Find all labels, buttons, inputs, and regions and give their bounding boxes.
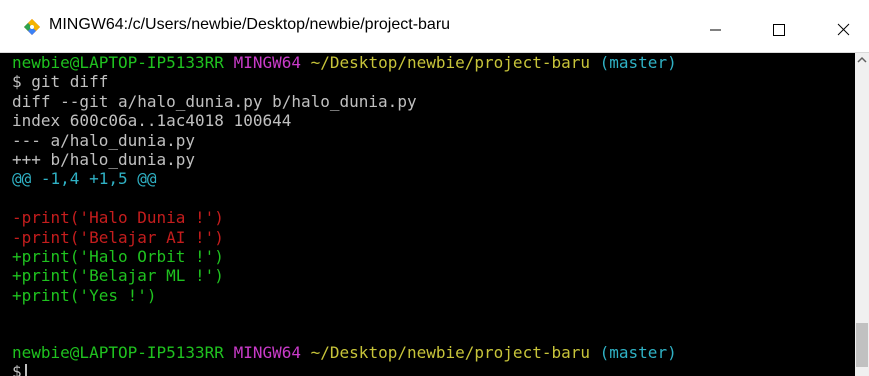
prompt-line: newbie@LAPTOP-IP5133RR MINGW64 ~/Desktop… <box>12 343 677 363</box>
diff-added-line: +print('Halo Orbit !') <box>12 247 224 266</box>
diff-added-line: +print('Belajar ML !') <box>12 266 224 285</box>
prompt-env: MINGW64 <box>233 343 301 362</box>
diff-added-line: +print('Yes !') <box>12 286 157 305</box>
title-bar[interactable]: MINGW64:/c/Users/newbie/Desktop/newbie/p… <box>0 0 869 53</box>
prompt-branch: (master) <box>599 343 677 362</box>
prompt-path: ~/Desktop/newbie/project-baru <box>310 53 590 72</box>
minimize-button[interactable] <box>692 0 738 52</box>
close-icon <box>837 23 850 36</box>
prompt-env: MINGW64 <box>233 53 301 72</box>
diff-header-line: --- a/halo_dunia.py <box>12 131 196 150</box>
prompt-branch: (master) <box>599 53 677 72</box>
diff-header-line: index 600c06a..1ac4018 100644 <box>12 111 292 130</box>
maximize-button[interactable] <box>756 0 802 52</box>
chevron-up-icon <box>857 56 867 63</box>
command-line: $ git diff <box>12 72 109 91</box>
input-line[interactable]: $ <box>12 362 27 376</box>
prompt-path: ~/Desktop/newbie/project-baru <box>310 343 590 362</box>
diff-removed-line: -print('Belajar AI !') <box>12 228 224 247</box>
diff-removed-line: -print('Halo Dunia !') <box>12 208 224 227</box>
input-prompt: $ <box>12 362 22 376</box>
git-icon <box>23 18 41 36</box>
window-title: MINGW64:/c/Users/newbie/Desktop/newbie/p… <box>49 16 451 33</box>
terminal-output[interactable]: newbie@LAPTOP-IP5133RR MINGW64 ~/Desktop… <box>0 53 855 376</box>
diff-header-line: +++ b/halo_dunia.py <box>12 150 196 169</box>
text-cursor <box>24 364 27 376</box>
minimize-icon <box>710 29 721 31</box>
prompt-user: newbie@LAPTOP-IP5133RR <box>12 343 224 362</box>
scroll-thumb[interactable] <box>856 323 868 367</box>
terminal-window: MINGW64:/c/Users/newbie/Desktop/newbie/p… <box>0 0 869 376</box>
vertical-scrollbar[interactable] <box>855 53 869 376</box>
close-button[interactable] <box>820 0 866 52</box>
hunk-header: @@ -1,4 +1,5 @@ <box>12 169 157 188</box>
maximize-icon <box>773 24 785 36</box>
scroll-up-button[interactable] <box>855 53 869 67</box>
prompt-user: newbie@LAPTOP-IP5133RR <box>12 53 224 72</box>
diff-header-line: diff --git a/halo_dunia.py b/halo_dunia.… <box>12 92 417 111</box>
prompt-line: newbie@LAPTOP-IP5133RR MINGW64 ~/Desktop… <box>12 53 677 73</box>
